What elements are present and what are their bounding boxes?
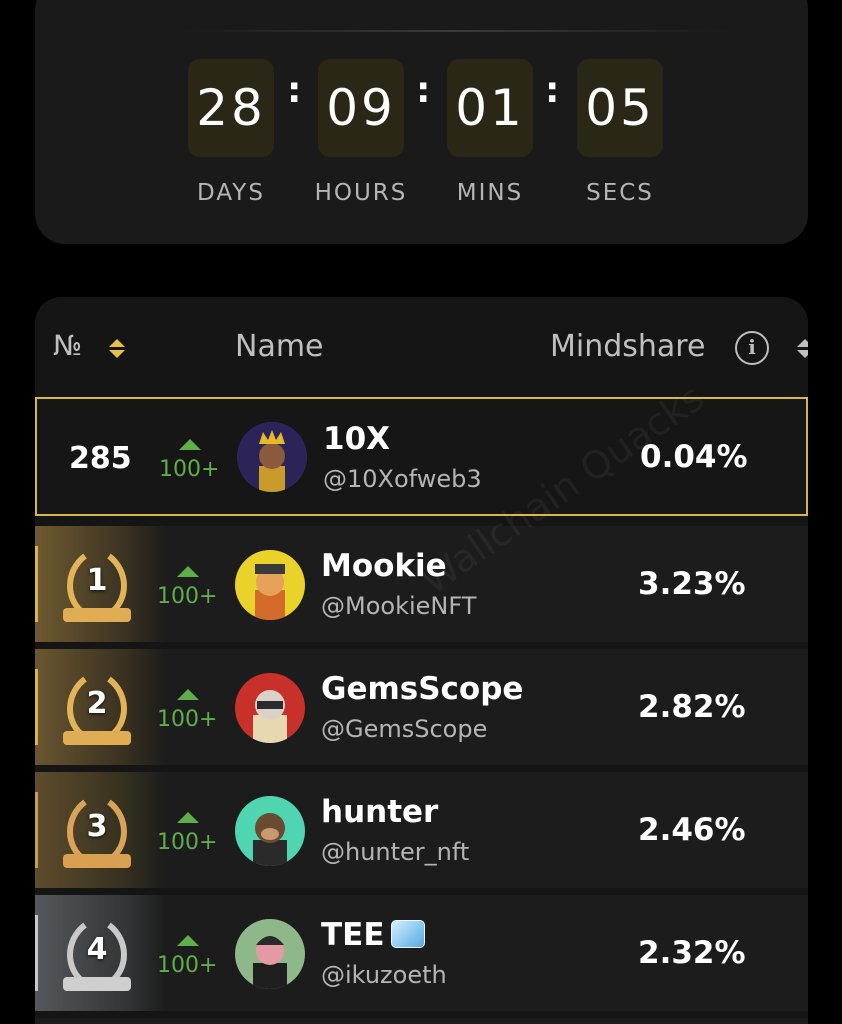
trend-up-icon <box>179 439 201 450</box>
days-value: 28 <box>188 59 274 157</box>
leaderboard: № Name Mindshare i 285 100+ 10X @10Xofwe… <box>35 297 808 1024</box>
table-row[interactable] <box>35 1018 808 1024</box>
user-name: Mookie <box>321 548 447 584</box>
countdown-card: 28 : 09 : 01 : 05 DAYS HOURS MINS SECS <box>35 0 808 244</box>
rank-change: 100+ <box>157 830 218 855</box>
rank-number: 285 <box>69 441 132 476</box>
user-handle: @hunter_nft <box>321 838 470 866</box>
user-name: TEE <box>321 917 425 953</box>
days-label: DAYS <box>197 180 265 206</box>
rank-change: 100+ <box>157 584 218 609</box>
trend-up-icon <box>177 935 199 946</box>
user-handle: @GemsScope <box>321 715 488 743</box>
divider <box>175 30 735 32</box>
user-handle: @10Xofweb3 <box>323 465 482 493</box>
table-row[interactable]: 2 100+ GemsScope @GemsScope 2.82% <box>35 649 808 765</box>
avatar[interactable] <box>235 673 305 743</box>
rank-number: 2 <box>86 686 108 721</box>
avatar[interactable] <box>235 796 305 866</box>
hours-value: 09 <box>318 59 404 157</box>
hours-label: HOURS <box>314 180 408 206</box>
table-row[interactable]: 4 100+ TEE @ikuzoeth 2.32% <box>35 895 808 1011</box>
mins-label: MINS <box>456 180 524 206</box>
current-user-row[interactable]: 285 100+ 10X @10Xofweb3 0.04% <box>35 397 808 516</box>
avatar[interactable] <box>235 550 305 620</box>
mindshare-value: 2.32% <box>638 935 746 971</box>
separator: : <box>287 70 302 111</box>
separator: : <box>416 70 431 111</box>
secs-value: 05 <box>577 59 663 157</box>
rank-change: 100+ <box>157 707 218 732</box>
info-icon[interactable]: i <box>735 331 769 365</box>
secs-label: SECS <box>586 180 654 206</box>
rank-header[interactable]: № <box>53 329 82 362</box>
table-header: № Name Mindshare i <box>35 297 808 397</box>
trend-up-icon <box>177 689 199 700</box>
mindshare-value: 0.04% <box>640 439 748 475</box>
rank-change: 100+ <box>157 953 218 978</box>
name-header: Name <box>235 329 324 364</box>
rank-number: 4 <box>86 932 108 967</box>
user-name: 10X <box>323 421 391 457</box>
mindshare-value: 2.82% <box>638 689 746 725</box>
user-name: hunter <box>321 794 439 830</box>
ice-cube-icon <box>390 920 425 948</box>
mindshare-value: 3.23% <box>638 566 746 602</box>
sort-icon[interactable] <box>797 339 808 361</box>
mins-value: 01 <box>447 59 533 157</box>
rank-change: 100+ <box>159 457 220 482</box>
mindshare-value: 2.46% <box>638 812 746 848</box>
user-handle: @ikuzoeth <box>321 961 447 989</box>
table-row[interactable]: 1 100+ Mookie @MookieNFT 3.23% <box>35 526 808 642</box>
sort-icon[interactable] <box>109 339 125 361</box>
rank-number: 3 <box>86 809 108 844</box>
trend-up-icon <box>177 566 199 577</box>
avatar[interactable] <box>235 919 305 989</box>
user-name: GemsScope <box>321 671 524 707</box>
separator: : <box>545 70 560 111</box>
user-handle: @MookieNFT <box>321 592 477 620</box>
table-row[interactable]: 3 100+ hunter @hunter_nft 2.46% <box>35 772 808 888</box>
avatar[interactable] <box>237 422 307 492</box>
mindshare-header[interactable]: Mindshare <box>550 329 705 364</box>
rank-number: 1 <box>86 563 108 598</box>
user-name-text: TEE <box>321 917 385 953</box>
trend-up-icon <box>177 812 199 823</box>
